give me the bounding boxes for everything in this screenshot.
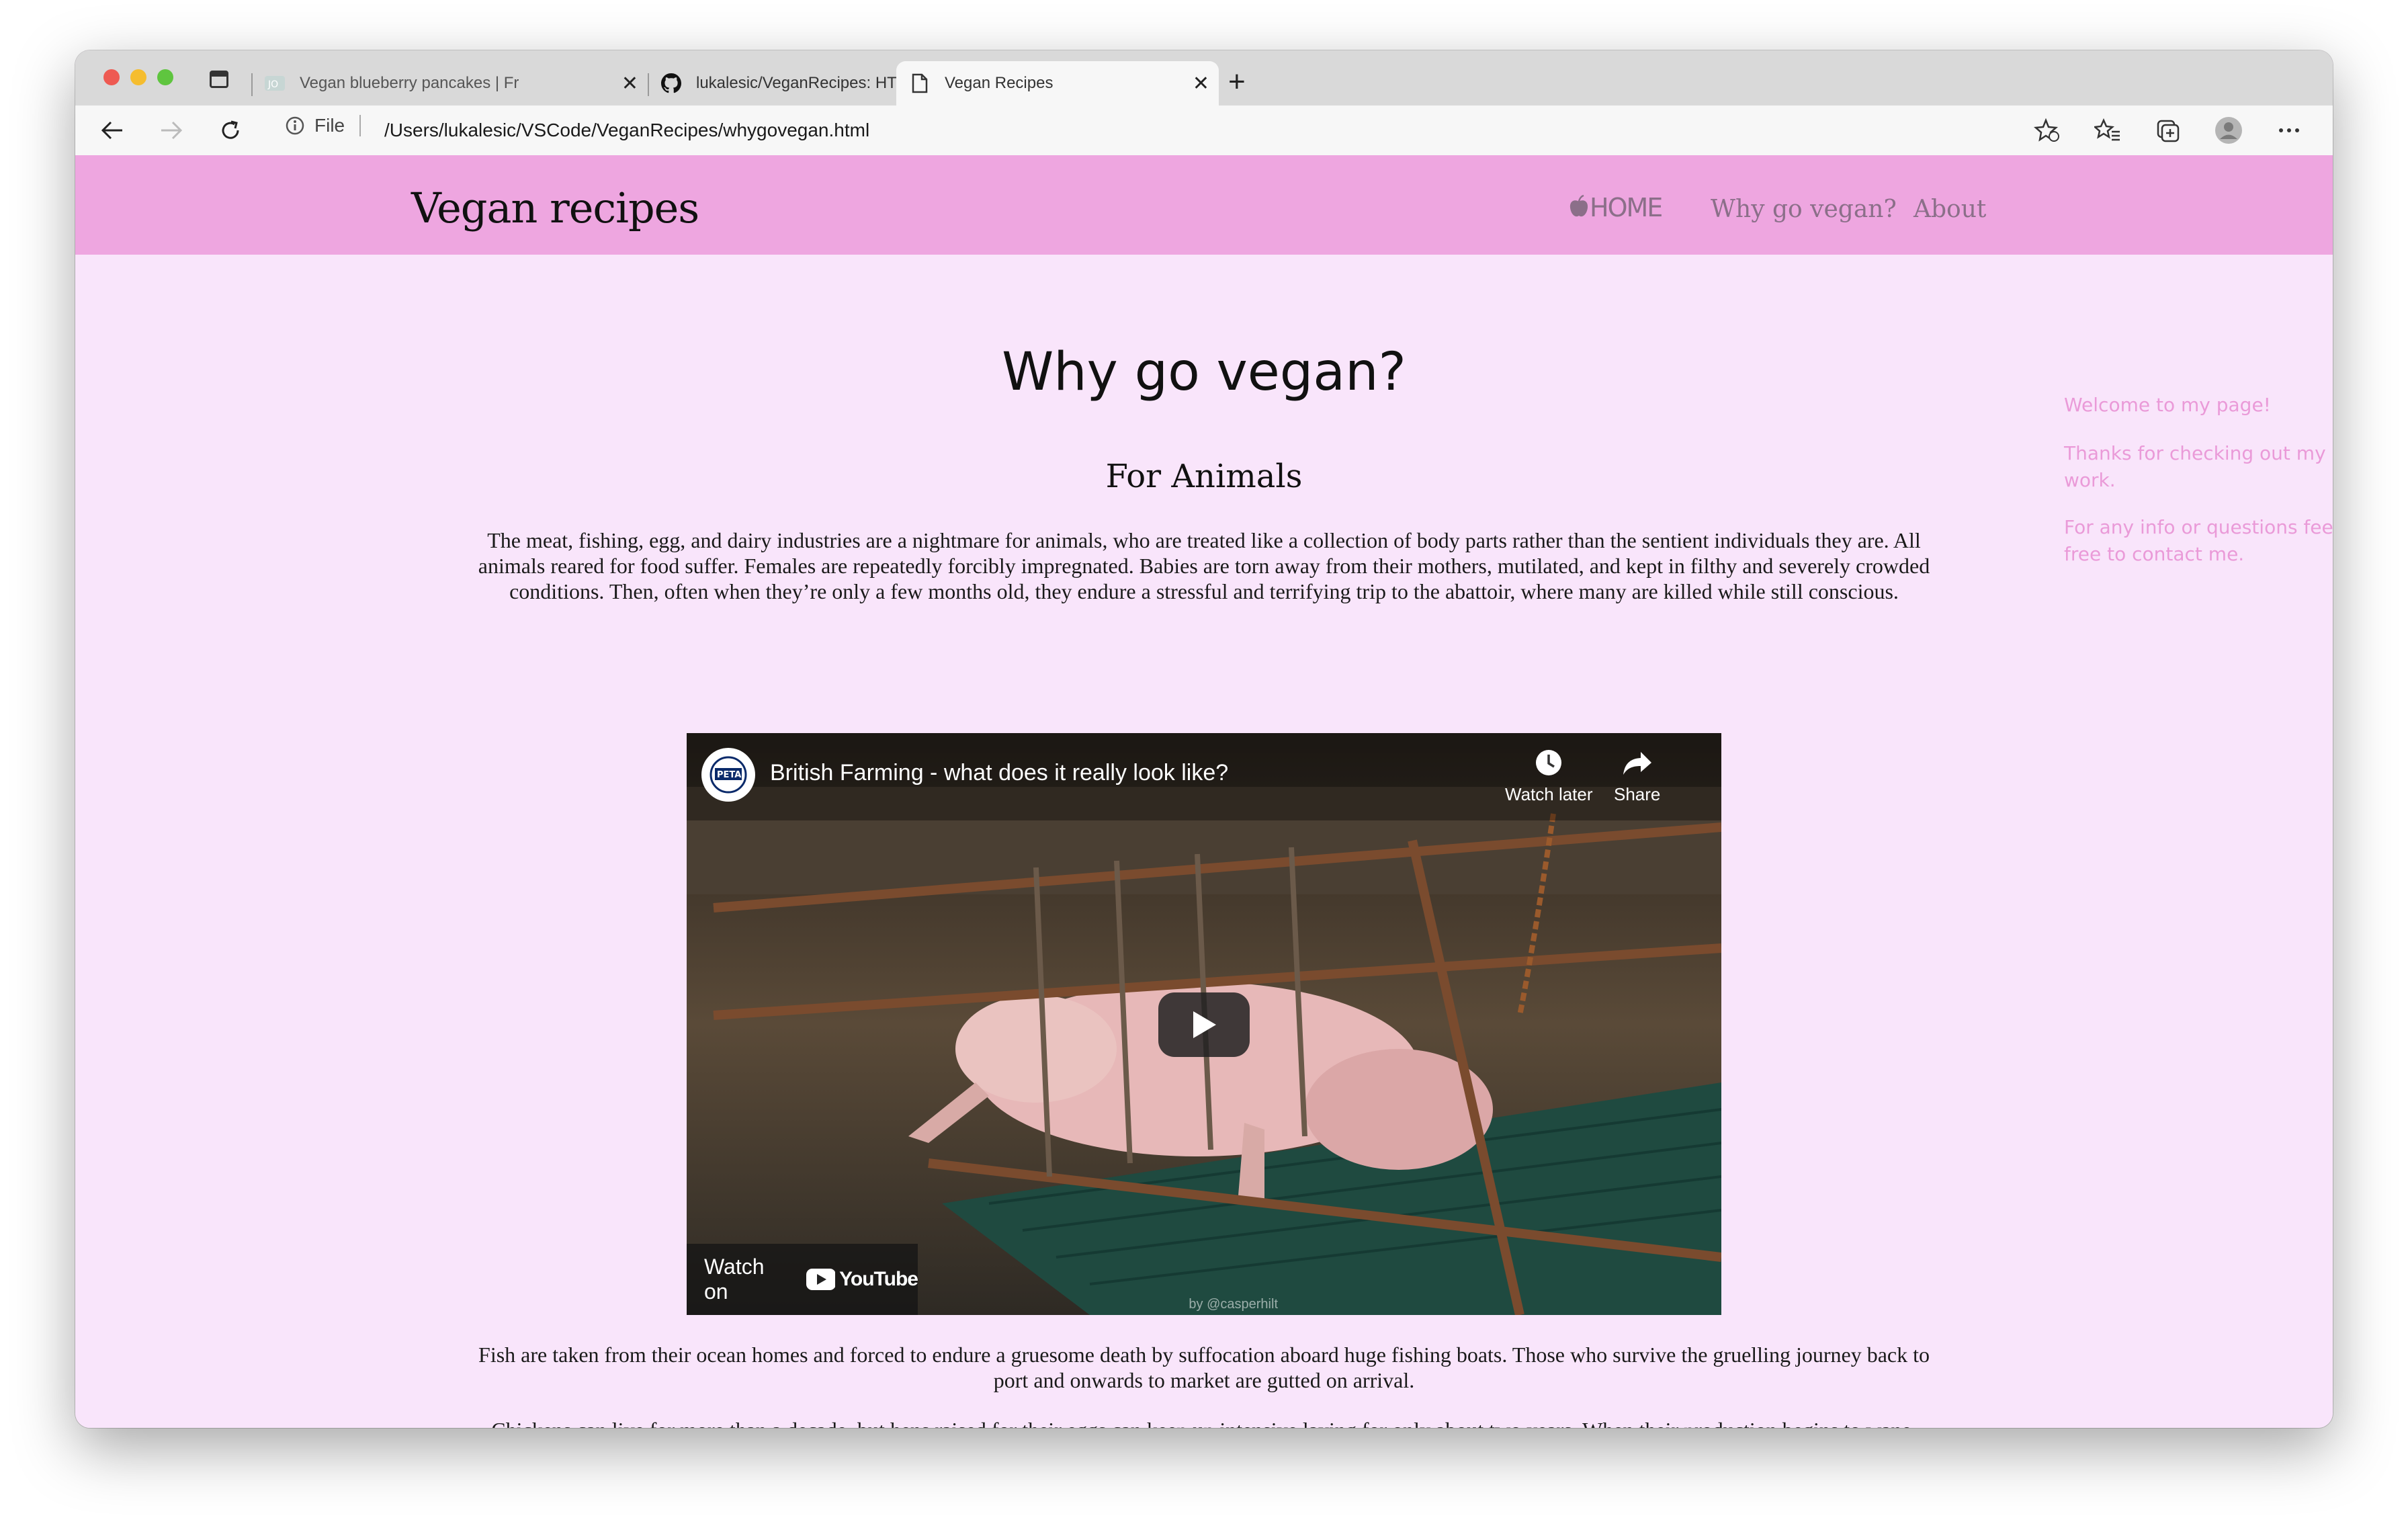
github-icon [661,73,681,93]
browser-window: JO Vegan blueberry pancakes | Fr ✕ lukal… [75,50,2333,1428]
apple-icon [1570,194,1588,217]
nav-home[interactable]: HOME [1568,193,1663,222]
tab-pancakes[interactable]: JO Vegan blueberry pancakes | Fr ✕ [265,61,648,105]
watch-later-button[interactable]: Watch later [1505,748,1593,805]
page-title: Why go vegan? [1002,342,1406,402]
zoom-window-button[interactable] [157,69,173,85]
paragraph-fish: Fish are taken from their ocean homes an… [478,1343,1930,1392]
play-button[interactable] [1158,992,1250,1057]
address-input[interactable]: /Users/lukalesic/VSCode/VeganRecipes/why… [384,116,869,144]
video-embed[interactable]: PETA British Farming - what does it real… [687,733,1721,1315]
channel-logo[interactable]: PETA [701,748,755,802]
clock-icon [1536,750,1562,775]
svg-text:JO: JO [267,79,278,90]
address-toolbar: File /Users/lukalesic/VSCode/VeganRecipe… [75,105,2333,156]
paragraph-animals: The meat, fishing, egg, and dairy indust… [478,528,1930,603]
aside-thanks: Thanks for checking out my work. [2064,442,2326,491]
jo-favicon-icon: JO [265,73,285,93]
tab-vegan-recipes[interactable]: Vegan Recipes ✕ [896,61,1219,105]
close-tab-icon[interactable]: ✕ [621,72,638,95]
close-tab-icon[interactable]: ✕ [1193,72,1209,95]
back-button[interactable] [94,112,130,148]
nav-home-label: HOME [1590,193,1663,222]
share-button[interactable]: Share [1614,748,1660,805]
site-info[interactable]: File [285,115,361,136]
scheme-label: File [314,115,345,136]
nav-why-go-vegan[interactable]: Why go vegan? [1711,196,1897,223]
aside-welcome: Welcome to my page! [2064,394,2271,416]
close-window-button[interactable] [103,69,120,85]
reload-button[interactable] [212,112,249,148]
tab-title: Vegan blueberry pancakes | Fr [300,74,519,92]
tab-title: lukalesic/VeganRecipes: HTML [696,74,920,92]
youtube-logo-icon [806,1269,836,1290]
favorites-icon[interactable] [2090,112,2126,148]
site-brand[interactable]: Vegan recipes [411,183,699,232]
svg-text:PETA: PETA [717,770,741,780]
tab-title: Vegan Recipes [945,74,1054,92]
watch-on-youtube-button[interactable]: Watch on YouTube [687,1244,918,1315]
youtube-wordmark: YouTube [839,1268,918,1290]
video-credit: by @casperhilt [1189,1297,1278,1312]
video-title[interactable]: British Farming - what does it really lo… [770,760,1228,786]
section-heading: For Animals [1105,458,1303,495]
minimize-window-button[interactable] [130,69,146,85]
tab-actions-icon[interactable] [210,71,228,88]
tab-strip: JO Vegan blueberry pancakes | Fr ✕ lukal… [75,50,2333,105]
watch-on-label: Watch on [704,1255,765,1304]
nav-about[interactable]: About [1914,196,1986,223]
page-content: Why go vegan? For Animals The meat, fish… [75,255,2333,1428]
page-icon [910,73,930,93]
collections-icon[interactable] [2150,112,2186,148]
add-favorite-icon[interactable] [2029,112,2065,148]
paragraph-chickens: Chickens can live for more than a decade… [465,1417,1943,1428]
share-icon [1623,752,1651,775]
site-header: Vegan recipes HOME Why go vegan? About [75,155,2333,255]
profile-avatar[interactable] [2210,112,2247,148]
info-icon [286,116,304,135]
play-icon [1193,1011,1216,1038]
aside-contact: For any info or questions feel free to c… [2064,516,2333,565]
more-menu-icon[interactable] [2271,112,2307,148]
forward-button[interactable] [153,112,189,148]
new-tab-button[interactable]: + [1228,65,1246,99]
